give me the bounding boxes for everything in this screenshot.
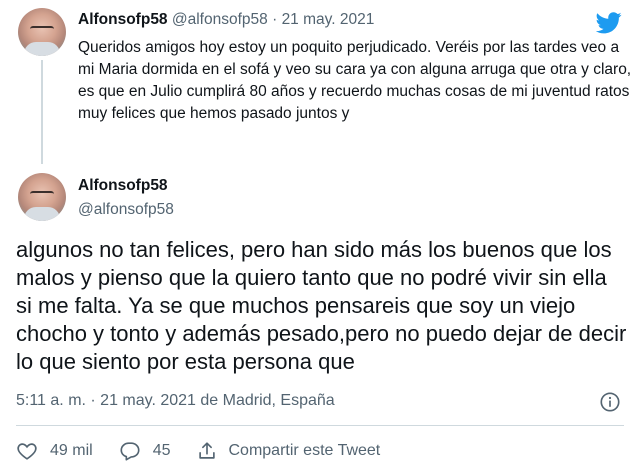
- share-label: Compartir este Tweet: [228, 442, 381, 459]
- display-name[interactable]: Alfonsofp58: [78, 11, 168, 28]
- info-icon[interactable]: [599, 391, 621, 413]
- thread-connector-line: [41, 60, 43, 164]
- like-button[interactable]: 49 mil: [16, 440, 93, 462]
- display-name[interactable]: Alfonsofp58: [78, 177, 168, 195]
- avatar[interactable]: [18, 8, 66, 56]
- comment-icon: [120, 442, 140, 461]
- tweet-timestamp[interactable]: 5:11 a. m. · 21 may. 2021 de Madrid, Esp…: [16, 392, 335, 410]
- separator-dot: ·: [272, 11, 278, 28]
- avatar-glasses: [30, 191, 54, 198]
- reply-button[interactable]: 45: [119, 440, 171, 462]
- main-tweet-text: algunos no tan felices, pero han sido má…: [16, 237, 627, 374]
- user-handle[interactable]: @alfonsofp58: [172, 11, 268, 28]
- parent-tweet-header: Alfonsofp58 @alfonsofp58 · 21 may. 2021: [78, 11, 374, 29]
- avatar-glasses: [30, 26, 54, 33]
- avatar[interactable]: [18, 173, 66, 221]
- share-icon: [199, 442, 216, 459]
- heart-icon: [17, 443, 37, 460]
- reply-count: 45: [152, 442, 171, 459]
- tweet-actions: 49 mil 45 Compartir este Tweet: [16, 438, 406, 464]
- like-count: 49 mil: [50, 442, 93, 459]
- divider: [16, 425, 624, 426]
- twitter-bird-icon[interactable]: [596, 12, 622, 34]
- parent-tweet[interactable]: Alfonsofp58 @alfonsofp58 · 21 may. 2021 …: [0, 0, 640, 168]
- avatar-shirt: [24, 207, 60, 221]
- avatar-shirt: [24, 42, 60, 56]
- tweet-date[interactable]: 21 may. 2021: [282, 11, 375, 28]
- parent-tweet-text: Queridos amigos hoy estoy un poquito per…: [78, 39, 632, 122]
- user-handle[interactable]: @alfonsofp58: [78, 201, 174, 219]
- share-button[interactable]: Compartir este Tweet: [196, 440, 380, 462]
